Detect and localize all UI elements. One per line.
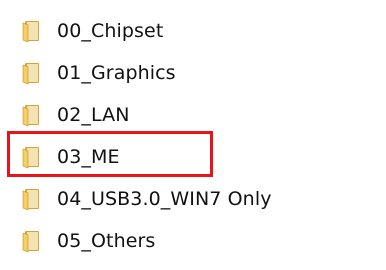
folder-name: 05_Others bbox=[57, 230, 156, 252]
folder-list: 00_Chipset 01_Graphics 02_LAN 03_ME 04_U… bbox=[0, 0, 386, 270]
folder-name: 04_USB3.0_WIN7 Only bbox=[57, 188, 272, 210]
folder-icon bbox=[22, 147, 39, 169]
folder-name: 03_ME bbox=[57, 146, 120, 168]
folder-icon bbox=[22, 105, 39, 127]
folder-icon bbox=[22, 189, 39, 211]
folder-icon bbox=[22, 63, 39, 85]
folder-item-00-chipset[interactable]: 00_Chipset bbox=[20, 17, 163, 45]
folder-icon bbox=[22, 231, 39, 253]
folder-name: 00_Chipset bbox=[57, 20, 164, 42]
folder-item-03-me[interactable]: 03_ME bbox=[20, 143, 120, 171]
folder-name: 01_Graphics bbox=[57, 62, 176, 84]
folder-item-05-others[interactable]: 05_Others bbox=[20, 227, 155, 255]
folder-icon bbox=[22, 21, 39, 43]
folder-name: 02_LAN bbox=[57, 104, 130, 126]
folder-item-04-usb3[interactable]: 04_USB3.0_WIN7 Only bbox=[20, 185, 272, 213]
folder-item-02-lan[interactable]: 02_LAN bbox=[20, 101, 130, 129]
folder-item-01-graphics[interactable]: 01_Graphics bbox=[20, 59, 176, 87]
